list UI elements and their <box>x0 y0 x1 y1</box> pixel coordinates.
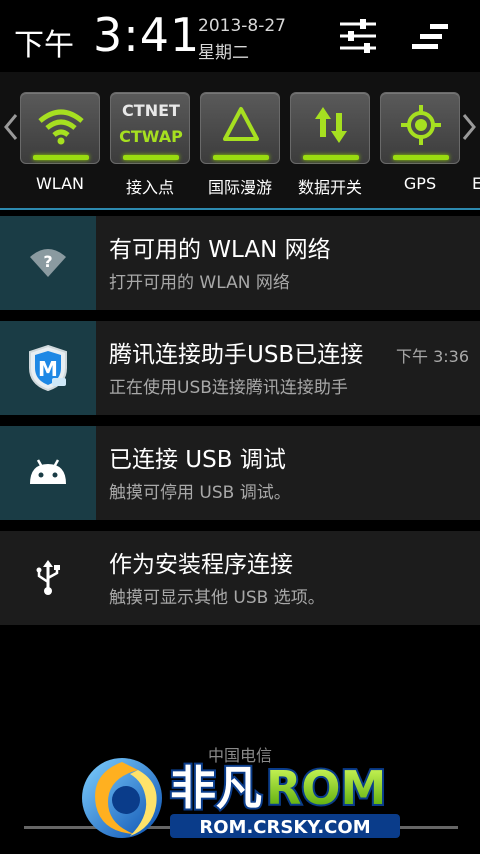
toggle-tile <box>200 92 280 164</box>
toggle-on-indicator <box>393 155 449 160</box>
panel-divider <box>0 208 480 210</box>
toggle-apn[interactable]: CTNET CTWAP 接入点 <box>110 92 190 202</box>
clock-time: 3:41 <box>93 8 201 62</box>
chevron-right-icon <box>462 114 476 140</box>
toggle-label: 接入点 <box>125 178 174 197</box>
notification-icon-box <box>0 426 96 520</box>
quick-toggles-panel: WLAN CTNET CTWAP 接入点 国际漫游 数据开关 GPS E <box>0 72 480 208</box>
apn-line2: CTWAP <box>119 127 183 146</box>
toggle-data[interactable]: 数据开关 <box>290 92 370 202</box>
notification-title: 腾讯连接助手USB已连接 <box>109 342 364 368</box>
toggle-tile <box>380 92 460 164</box>
roaming-triangle-icon <box>223 107 259 141</box>
weekday-text: 星期二 <box>198 43 249 63</box>
clear-notifications-icon <box>412 24 448 49</box>
toggle-gps[interactable]: GPS <box>380 92 460 202</box>
toggle-label: 数据开关 <box>297 178 362 197</box>
notification-time: 下午 3:36 <box>392 343 470 367</box>
date-text: 2013-8-27 <box>198 16 286 36</box>
apn-line1: CTNET <box>122 101 180 120</box>
notification-title: 作为安装程序连接 <box>109 552 293 578</box>
wifi-icon <box>38 109 84 145</box>
svg-text:非凡: 非凡 <box>170 761 262 815</box>
android-icon <box>30 459 66 484</box>
notification-usb-installer[interactable]: 作为安装程序连接 触摸可显示其他 USB 选项。 <box>0 531 480 625</box>
toggle-roaming[interactable]: 国际漫游 <box>200 92 280 202</box>
data-arrows-icon <box>315 107 347 143</box>
chevron-left-icon <box>4 114 18 140</box>
toggle-on-indicator <box>33 155 89 160</box>
notification-subtitle: 触摸可显示其他 USB 选项。 <box>109 588 325 608</box>
toggle-label: 国际漫游 <box>207 178 272 197</box>
notification-icon-box: M <box>0 321 96 415</box>
toggle-tile <box>290 92 370 164</box>
toggle-label: WLAN <box>35 174 84 193</box>
svg-text:ROM: ROM <box>266 761 386 815</box>
settings-button[interactable] <box>336 14 380 58</box>
toggle-tile <box>20 92 100 164</box>
svg-text:M: M <box>38 357 58 381</box>
sliders-icon <box>340 19 376 53</box>
notification-wlan-available[interactable]: ? 有可用的 WLAN 网络 打开可用的 WLAN 网络 <box>0 216 480 310</box>
svg-text:?: ? <box>43 252 52 271</box>
toggle-tile: CTNET CTWAP <box>110 92 190 164</box>
toggles-scroll-left[interactable] <box>2 112 20 142</box>
toggle-on-indicator <box>303 155 359 160</box>
tencent-shield-icon: M <box>29 344 67 392</box>
toggle-label: GPS <box>403 174 437 193</box>
notification-subtitle: 触摸可停用 USB 调试。 <box>109 483 291 503</box>
svg-text:ROM.CRSKY.COM: ROM.CRSKY.COM <box>199 817 370 838</box>
notification-title: 有可用的 WLAN 网络 <box>109 237 331 263</box>
notification-icon-box <box>0 531 96 625</box>
toggle-on-indicator <box>123 155 179 160</box>
wifi-question-icon: ? <box>30 249 66 277</box>
gps-crosshair-icon <box>401 105 441 145</box>
notification-tencent-usb[interactable]: M 腾讯连接助手USB已连接 下午 3:36 正在使用USB连接腾讯连接助手 <box>0 321 480 415</box>
toggles-scroll-right[interactable] <box>460 112 478 142</box>
crsky-watermark-logo: 非凡 ROM ROM.CRSKY.COM <box>82 758 400 838</box>
clear-all-button[interactable] <box>408 14 452 58</box>
notification-icon-box: ? <box>0 216 96 310</box>
notification-subtitle: 正在使用USB连接腾讯连接助手 <box>109 378 348 398</box>
toggle-wlan[interactable]: WLAN <box>20 92 100 202</box>
status-header: 下午 3:41 2013-8-27 星期二 <box>0 0 480 72</box>
toggle-label-partial: E <box>472 174 480 193</box>
toggle-on-indicator <box>213 155 269 160</box>
notification-subtitle: 打开可用的 WLAN 网络 <box>109 273 290 293</box>
clock-ampm: 下午 <box>14 28 74 63</box>
notification-usb-debugging[interactable]: 已连接 USB 调试 触摸可停用 USB 调试。 <box>0 426 480 520</box>
usb-icon <box>36 560 60 595</box>
notification-title: 已连接 USB 调试 <box>109 447 286 473</box>
